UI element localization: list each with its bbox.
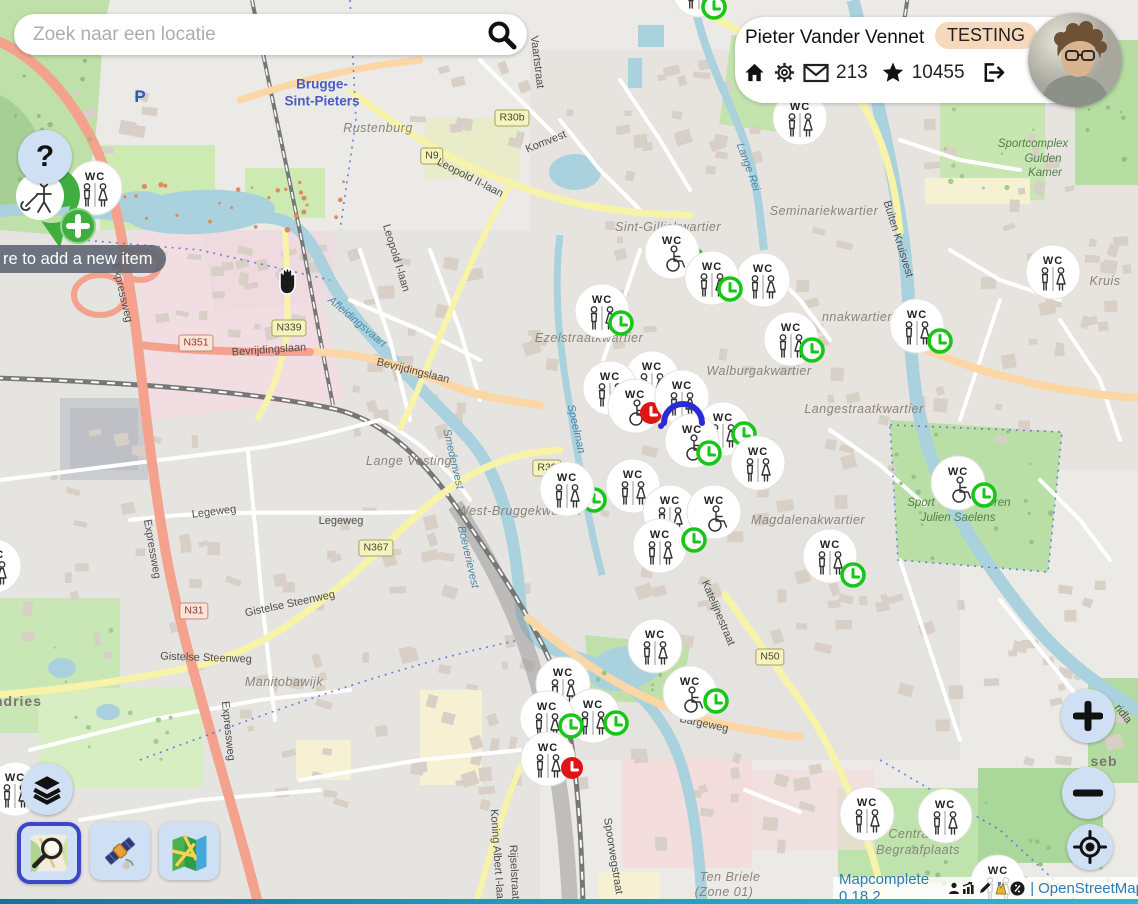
svg-text:WC: WC (702, 261, 722, 273)
blue-dot-overlay (631, 396, 691, 456)
wc-marker[interactable]: WC (993, 212, 1113, 332)
svg-text:WC: WC (781, 322, 801, 334)
search-input[interactable] (31, 23, 485, 47)
stats-icon[interactable] (962, 882, 976, 895)
layers-button[interactable] (21, 763, 73, 815)
user-name: Pieter Vander Vennet (745, 27, 924, 49)
user-avatar[interactable] (1028, 13, 1122, 107)
map-viewport[interactable]: PBrugge-Sint-PietersRustenburgN9R30bKomv… (0, 0, 1138, 904)
search-bar[interactable] (14, 14, 527, 55)
wc-marker-wheelchair[interactable]: WC (898, 423, 1018, 543)
svg-text:WC: WC (948, 466, 968, 478)
style-map-button[interactable] (159, 822, 219, 880)
zoom-in-button[interactable] (1061, 689, 1115, 743)
help-question-mark: ? (36, 140, 54, 174)
svg-text:WC: WC (650, 529, 670, 541)
changeset-count: 10455 (912, 62, 965, 84)
svg-text:WC: WC (988, 865, 1008, 877)
attribution-separator: | (1030, 880, 1034, 897)
gear-icon[interactable] (773, 61, 796, 84)
svg-text:WC: WC (538, 742, 558, 754)
message-count: 213 (836, 62, 868, 84)
wc-marker-wheelchair[interactable]: WC (630, 633, 750, 753)
hand-cursor-icon (268, 262, 308, 302)
add-item-tooltip: re to add a new item (0, 245, 166, 273)
satellite-icon (97, 829, 143, 873)
svg-text:WC: WC (857, 797, 877, 809)
star-icon (881, 61, 905, 84)
geolocate-icon (1073, 830, 1107, 864)
mail-icon[interactable] (803, 63, 829, 83)
pencil-icon[interactable] (978, 881, 992, 895)
wc-marker[interactable]: WC (770, 496, 890, 616)
folded-map-icon (166, 829, 212, 873)
svg-text:WC: WC (0, 549, 4, 561)
geolocate-button[interactable] (1067, 824, 1113, 870)
wc-marker[interactable]: WC (857, 266, 977, 386)
svg-text:WC: WC (935, 799, 955, 811)
zoom-out-button[interactable] (1062, 767, 1114, 819)
zoom-in-icon (1073, 701, 1103, 731)
wc-marker[interactable]: WC (488, 699, 608, 819)
style-satellite-button[interactable] (90, 822, 150, 880)
background-style-switcher (17, 822, 219, 884)
user-icon[interactable] (948, 882, 960, 895)
zoom-out-icon (1073, 778, 1103, 808)
search-icon[interactable] (485, 18, 519, 52)
theme-icon (994, 881, 1008, 895)
help-button[interactable]: ? (18, 130, 72, 184)
svg-text:WC: WC (907, 309, 927, 321)
svg-text:WC: WC (820, 539, 840, 551)
home-icon[interactable] (743, 61, 766, 84)
anonymous-icon[interactable] (1010, 881, 1025, 896)
svg-text:WC: WC (592, 294, 612, 306)
wc-marker[interactable]: WC (0, 506, 54, 626)
svg-text:WC: WC (680, 676, 700, 688)
osm-attribution-link[interactable]: OpenStreetMap (1038, 880, 1138, 897)
style-osm-carto-button[interactable] (17, 822, 81, 884)
attribution-bar: Mapcomplete 0.18.2 | OpenStreetMap (833, 877, 1138, 899)
testing-badge: TESTING (935, 22, 1037, 49)
logout-icon[interactable] (980, 61, 1006, 84)
map-markers-layer: WC WC WC WC WC WC WC WC WC WC (0, 0, 1138, 904)
svg-text:WC: WC (1043, 255, 1063, 267)
osm-map-icon (27, 831, 71, 875)
bottom-accent-bar (0, 899, 1138, 904)
layers-icon (29, 771, 65, 807)
